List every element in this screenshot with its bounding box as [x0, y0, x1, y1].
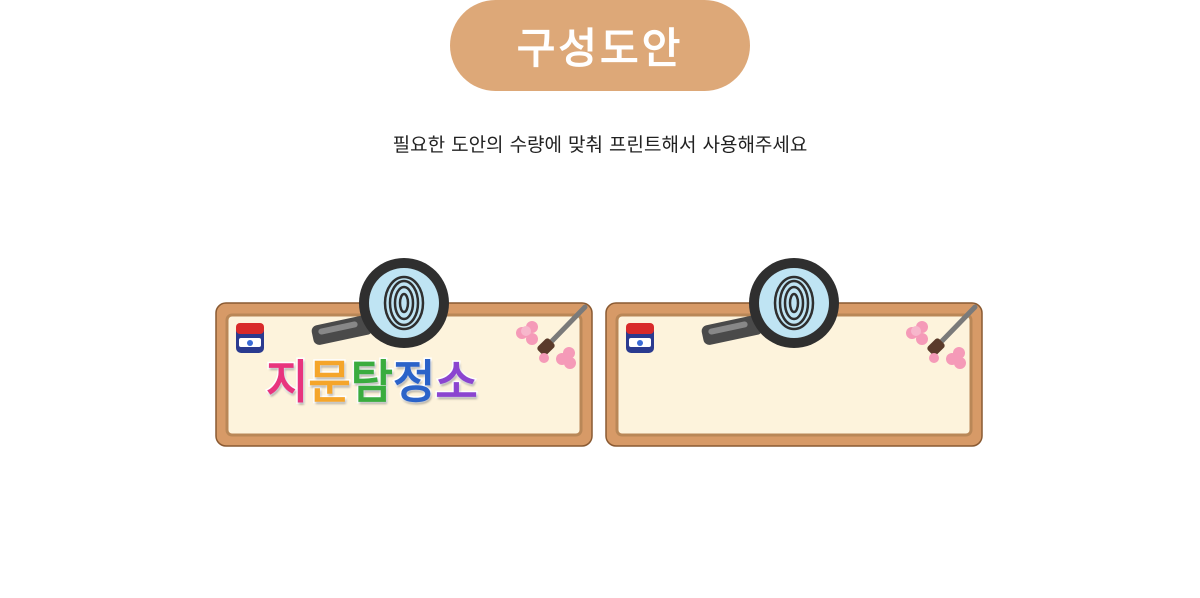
sign-label-char: 문 — [307, 354, 352, 411]
instruction-text: 필요한 도안의 수량에 맞춰 프린트해서 사용해주세요 — [392, 134, 808, 156]
sign-blank — [604, 255, 984, 450]
sign-label-char: 정 — [391, 354, 436, 411]
ink-jar-icon — [236, 323, 264, 353]
sign-label-char: 소 — [434, 354, 479, 411]
sign-with-label: 지 문 탐 정 소 — [214, 255, 594, 450]
section-title-pill: 구성도안 — [450, 0, 750, 91]
section-title: 구성도안 — [516, 24, 684, 73]
sign-label-char: 지 — [264, 354, 309, 411]
ink-jar-icon — [626, 323, 654, 353]
sign-label-char: 탐 — [349, 354, 394, 411]
sign-label: 지 문 탐 정 소 — [264, 351, 556, 411]
